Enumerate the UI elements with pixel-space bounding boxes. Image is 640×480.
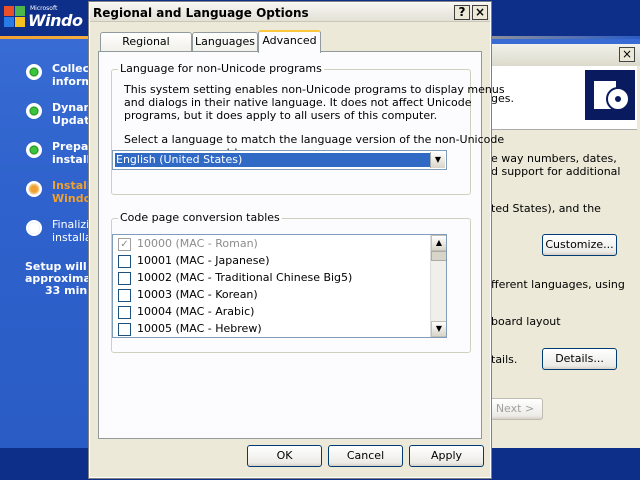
checkbox[interactable]: [118, 306, 131, 319]
checkbox[interactable]: [118, 255, 131, 268]
close-icon[interactable]: ×: [472, 5, 488, 20]
regional-cd-icon: [585, 70, 635, 120]
scroll-down-icon[interactable]: ▼: [431, 321, 446, 337]
nonunicode-group: Language for non-Unicode programs This s…: [111, 62, 505, 195]
dialog-titlebar: Regional and Language Options ? ×: [90, 3, 490, 22]
tab-advanced[interactable]: Advanced: [258, 30, 321, 53]
step-label: inform: [52, 75, 93, 88]
next-button[interactable]: Next >: [487, 398, 543, 420]
step-current-icon: [26, 181, 42, 197]
customize-button[interactable]: Customize...: [542, 234, 617, 256]
checkbox[interactable]: ✓: [118, 238, 131, 251]
advanced-tab-panel: Language for non-Unicode programs This s…: [98, 51, 505, 439]
group-title: Language for non-Unicode programs: [118, 62, 324, 75]
close-icon[interactable]: ×: [619, 47, 635, 62]
step-label: Prepar: [52, 140, 94, 153]
checkbox[interactable]: [118, 272, 131, 285]
regional-language-dialog: Regional and Language Options ? × Region…: [88, 1, 505, 479]
list-item-label: 10000 (MAC - Roman): [137, 237, 258, 250]
tab-languages[interactable]: Languages: [192, 32, 258, 52]
group-title: Code page conversion tables: [118, 211, 282, 224]
step-label: Finalizi: [52, 218, 90, 231]
codepage-list[interactable]: ✓ 10000 (MAC - Roman) 10001 (MAC - Japan…: [112, 234, 447, 338]
bg-text: fferent languages, using: [491, 278, 625, 291]
description-text: programs, but it does apply to all users…: [124, 109, 438, 122]
bg-text: board layout: [491, 315, 561, 328]
chevron-down-icon[interactable]: ▼: [430, 152, 445, 168]
instruction-text: Select a language to match the language …: [124, 133, 505, 146]
bg-text: e way numbers, dates,: [491, 152, 617, 165]
dialog-title: Regional and Language Options: [93, 6, 309, 20]
background-dialog: × ges. e way numbers, dates, d support f…: [487, 44, 640, 448]
scroll-up-icon[interactable]: ▲: [431, 235, 446, 251]
setup-time-remaining: Setup will c approximat 33 minu: [25, 260, 97, 297]
bg-text: ted States), and the: [491, 202, 601, 215]
windows-flag-icon: [4, 6, 26, 28]
step-label: Install: [52, 179, 91, 192]
scroll-thumb[interactable]: [431, 251, 446, 261]
details-button[interactable]: Details...: [542, 348, 617, 370]
checkbox[interactable]: [118, 323, 131, 336]
bg-text: tails.: [491, 353, 518, 366]
list-item-label: 10004 (MAC - Arabic): [137, 305, 255, 318]
step-label: Windo: [52, 192, 92, 205]
step-complete-icon: [26, 64, 42, 80]
description-text: and dialogs in their native language. It…: [124, 96, 472, 109]
step-complete-icon: [26, 142, 42, 158]
background-dialog-header: ges.: [491, 66, 637, 130]
list-item-label: 10002 (MAC - Traditional Chinese Big5): [137, 271, 353, 284]
background-dialog-titlebar: ×: [491, 44, 640, 66]
cancel-button[interactable]: Cancel: [328, 445, 403, 467]
apply-button[interactable]: Apply: [409, 445, 484, 467]
language-select[interactable]: English (United States) ▼: [112, 150, 447, 170]
language-select-value: English (United States): [115, 153, 430, 167]
step-complete-icon: [26, 103, 42, 119]
tab-regional-options[interactable]: Regional Options: [100, 32, 192, 66]
logo-windows-text: Windo: [28, 11, 83, 30]
checkbox[interactable]: [118, 289, 131, 302]
ok-button[interactable]: OK: [247, 445, 322, 467]
bg-text: d support for additional: [491, 165, 621, 178]
step-pending-icon: [26, 220, 42, 236]
list-item-label: 10001 (MAC - Japanese): [137, 254, 270, 267]
list-item-label: 10003 (MAC - Korean): [137, 288, 258, 301]
help-icon[interactable]: ?: [454, 5, 470, 20]
list-item-label: 10005 (MAC - Hebrew): [137, 322, 262, 335]
list-scrollbar[interactable]: ▲ ▼: [430, 235, 446, 337]
step-label: installa: [52, 231, 92, 244]
description-text: This system setting enables non-Unicode …: [124, 83, 505, 96]
